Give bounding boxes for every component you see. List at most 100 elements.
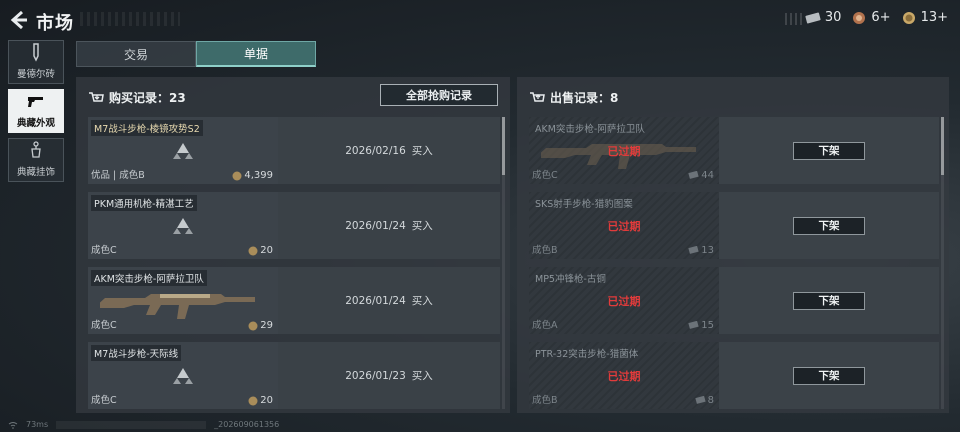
nav-label: 典藏外观 (16, 118, 55, 129)
delist-button[interactable]: 下架 (793, 291, 865, 310)
item-thumbnail: M7战斗步枪-天际线 成色C 20 (88, 342, 278, 409)
item-thumbnail: SKS射手步枪-猎豹图案 已过期 成色B 13 (529, 192, 719, 259)
expired-status: 已过期 (607, 220, 641, 233)
record-action: 买入 (411, 295, 433, 307)
coin-icon (248, 246, 258, 255)
tab-bar: 交易 单据 (76, 41, 316, 67)
item-thumbnail: AKM突击步枪-阿萨拉卫队 成色C 29 (88, 267, 278, 334)
item-price-value: 29 (260, 320, 273, 331)
scrollbar-thumb[interactable] (941, 117, 944, 175)
coin-icon (902, 11, 915, 24)
tab-trade[interactable]: 交易 (76, 41, 196, 67)
currency-coin-value: 13+ (920, 10, 948, 25)
purchase-row[interactable]: AKM突击步枪-阿萨拉卫队 成色C 29 2026/01/24 买入 (88, 267, 500, 334)
delist-button[interactable]: 下架 (793, 141, 865, 160)
item-price-value: 8 (707, 395, 714, 406)
sale-row: MP5冲锋枪-古铜 已过期 成色A 15 下架 (529, 267, 939, 334)
expired-status: 已过期 (607, 370, 641, 383)
currency-bar: 30 6+ 13+ (805, 10, 948, 25)
item-quality: 成色C (91, 395, 117, 406)
item-price: 29 (248, 320, 273, 331)
item-thumbnail: PKM通用机枪-精湛工艺 成色C 20 (88, 192, 278, 259)
scrollbar-thumb[interactable] (502, 117, 505, 175)
record-date: 2026/01/24 (345, 294, 406, 307)
purchase-scrollbar[interactable] (502, 117, 505, 409)
nav-label: 典藏挂饰 (16, 167, 55, 178)
charm-icon (31, 141, 41, 158)
placeholder-triangle-icon (173, 143, 193, 159)
record-info: 2026/01/24 买入 (278, 192, 500, 259)
page-title: 市场 (36, 13, 74, 34)
currency-coin[interactable]: 13+ (901, 10, 948, 25)
sale-row: SKS射手步枪-猎豹图案 已过期 成色B 13 下架 (529, 192, 939, 259)
item-quality: 成色C (91, 245, 117, 256)
item-name: AKM突击步枪-阿萨拉卫队 (535, 124, 645, 135)
back-arrow-icon[interactable] (8, 9, 30, 31)
delist-button[interactable]: 下架 (793, 216, 865, 235)
rifle-image (100, 294, 255, 319)
nav-item-mandel-brick[interactable]: 曼德尔砖 (8, 40, 64, 84)
redacted-bar (56, 420, 207, 429)
token-icon (853, 11, 866, 24)
record-action: 买入 (411, 370, 433, 382)
item-thumbnail: PTR-32突击步枪-猎菌体 已过期 成色B 8 (529, 342, 719, 409)
purchase-records-title: 购买记录：23 (109, 91, 186, 105)
sale-records-panel: 出售记录：8 AKM突击步枪-阿萨拉卫队 已过期 成色C 44 下架 SKS射手… (517, 77, 949, 413)
tab-records[interactable]: 单据 (196, 41, 316, 67)
pistol-icon (28, 97, 43, 107)
expired-status: 已过期 (607, 145, 641, 158)
item-price-value: 44 (701, 170, 714, 181)
sale-list: AKM突击步枪-阿萨拉卫队 已过期 成色C 44 下架 SKS射手步枪-猎豹图案… (529, 117, 939, 413)
record-date: 2026/02/16 (345, 144, 406, 157)
session-id: _202609061356 (214, 420, 280, 429)
item-name: PTR-32突击步枪-猎菌体 (535, 349, 639, 360)
item-name: AKM突击步枪-阿萨拉卫队 (91, 270, 207, 286)
sale-scrollbar[interactable] (941, 117, 944, 409)
currency-token-value: 6+ (871, 10, 891, 25)
ticket-icon (688, 321, 699, 329)
ticket-icon (694, 396, 706, 404)
ping-value: 73ms (26, 420, 49, 429)
item-quality: 成色A (532, 320, 558, 331)
item-name: MP5冲锋枪-古铜 (535, 274, 606, 285)
item-name: SKS射手步枪-猎豹图案 (535, 199, 633, 210)
item-price: 8 (694, 395, 714, 406)
item-name: M7战斗步枪-天际线 (91, 345, 182, 361)
item-quality: 成色C (532, 170, 558, 181)
brick-icon (33, 43, 39, 62)
placeholder-triangle-icon (173, 368, 193, 384)
purchase-row[interactable]: PKM通用机枪-精湛工艺 成色C 20 2026/01/24 买入 (88, 192, 500, 259)
item-price: 4,399 (232, 170, 273, 181)
currency-decoration (785, 13, 805, 25)
record-info: 下架 (719, 192, 939, 259)
record-info: 2026/01/24 买入 (278, 267, 500, 334)
nav-item-collection-skins[interactable]: 典藏外观 (8, 89, 64, 133)
item-price: 20 (248, 395, 273, 406)
item-price-value: 4,399 (244, 170, 273, 181)
coin-icon (248, 396, 258, 405)
purchase-row[interactable]: M7战斗步枪-天际线 成色C 20 2026/01/23 买入 (88, 342, 500, 409)
purchase-row[interactable]: M7战斗步枪-棱镜攻势S2 优品 | 成色B 4,399 2026/02/16 … (88, 117, 500, 184)
title-decoration (80, 12, 180, 26)
ticket-icon (688, 246, 699, 254)
item-thumbnail: M7战斗步枪-棱镜攻势S2 优品 | 成色B 4,399 (88, 117, 278, 184)
item-thumbnail: MP5冲锋枪-古铜 已过期 成色A 15 (529, 267, 719, 334)
purchase-records-header: 购买记录：23 (88, 89, 186, 106)
purchase-records-panel: 购买记录：23 全部抢购记录 M7战斗步枪-棱镜攻势S2 优品 | 成色B 4,… (76, 77, 510, 413)
delist-button[interactable]: 下架 (793, 366, 865, 385)
sale-records-header: 出售记录：8 (529, 89, 618, 106)
wifi-icon (8, 421, 18, 429)
ticket-icon (688, 171, 699, 179)
record-info: 2026/01/23 买入 (278, 342, 500, 409)
item-quality: 成色B (532, 395, 558, 406)
currency-token[interactable]: 6+ (851, 10, 891, 25)
coin-icon (232, 171, 242, 180)
item-thumbnail: AKM突击步枪-阿萨拉卫队 已过期 成色C 44 (529, 117, 719, 184)
item-price-value: 15 (701, 320, 714, 331)
record-info: 下架 (719, 117, 939, 184)
nav-item-collection-charms[interactable]: 典藏挂饰 (8, 138, 64, 182)
record-date: 2026/01/23 (345, 369, 406, 382)
all-snap-purchase-records-button[interactable]: 全部抢购记录 (380, 84, 498, 106)
ticket-icon (805, 12, 821, 23)
currency-ticket[interactable]: 30 (805, 10, 841, 25)
